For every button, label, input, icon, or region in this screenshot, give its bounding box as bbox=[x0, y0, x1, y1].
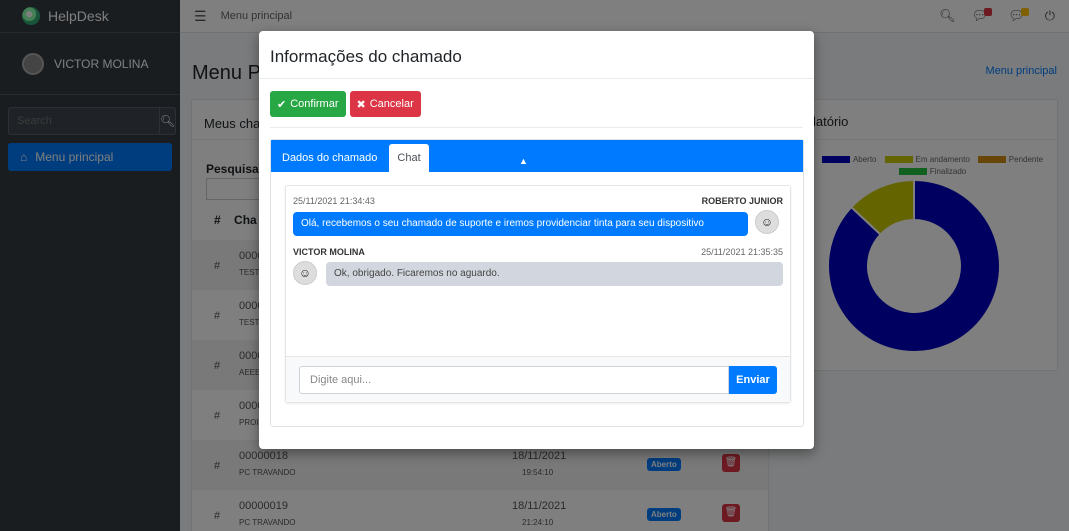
message-author: VICTOR MOLINA bbox=[293, 247, 365, 257]
chat-box: 25/11/2021 21:34:43 ROBERTO JUNIOR Olá, … bbox=[285, 185, 791, 403]
tab-dados-do-chamado[interactable]: Dados do chamado bbox=[274, 144, 385, 172]
times-circle-icon: ✖ bbox=[356, 98, 366, 111]
modal-divider bbox=[270, 127, 803, 128]
chat-message-input[interactable] bbox=[299, 366, 729, 394]
cancel-label: Cancelar bbox=[369, 98, 414, 110]
check-icon: ✔ bbox=[277, 98, 287, 111]
message-timestamp: 25/11/2021 21:34:43 bbox=[293, 196, 375, 206]
tabs-bar: Dados do chamado Chat ▲ bbox=[271, 140, 803, 172]
victor-avatar: ☺ bbox=[293, 261, 317, 285]
modal-actions: ✔ Confirmar ✖ Cancelar bbox=[270, 91, 421, 117]
mouse-cursor-icon: ▲ bbox=[519, 156, 528, 166]
confirm-label: Confirmar bbox=[290, 98, 339, 110]
cancel-button[interactable]: ✖ Cancelar bbox=[349, 91, 421, 117]
confirm-button[interactable]: ✔ Confirmar bbox=[270, 91, 346, 117]
message-timestamp: 25/11/2021 21:35:35 bbox=[701, 247, 783, 257]
ticket-info-modal: Informações do chamado ✔ Confirmar ✖ Can… bbox=[259, 31, 814, 449]
roberto-avatar: ☺ bbox=[755, 210, 779, 234]
ticket-tabs-card: Dados do chamado Chat ▲ 25/11/2021 21:34… bbox=[270, 139, 804, 427]
chat-footer: Enviar bbox=[286, 356, 790, 402]
tab-chat[interactable]: Chat bbox=[389, 144, 429, 172]
send-button[interactable]: Enviar bbox=[729, 366, 777, 394]
message-author: ROBERTO JUNIOR bbox=[701, 196, 783, 206]
message-bubble-received: Olá, recebemos o seu chamado de suporte … bbox=[293, 212, 748, 236]
chat-messages[interactable]: 25/11/2021 21:34:43 ROBERTO JUNIOR Olá, … bbox=[286, 186, 790, 358]
message-bubble-sent: Ok, obrigado. Ficaremos no aguardo. bbox=[326, 262, 783, 286]
modal-title: Informações do chamado bbox=[259, 31, 814, 79]
